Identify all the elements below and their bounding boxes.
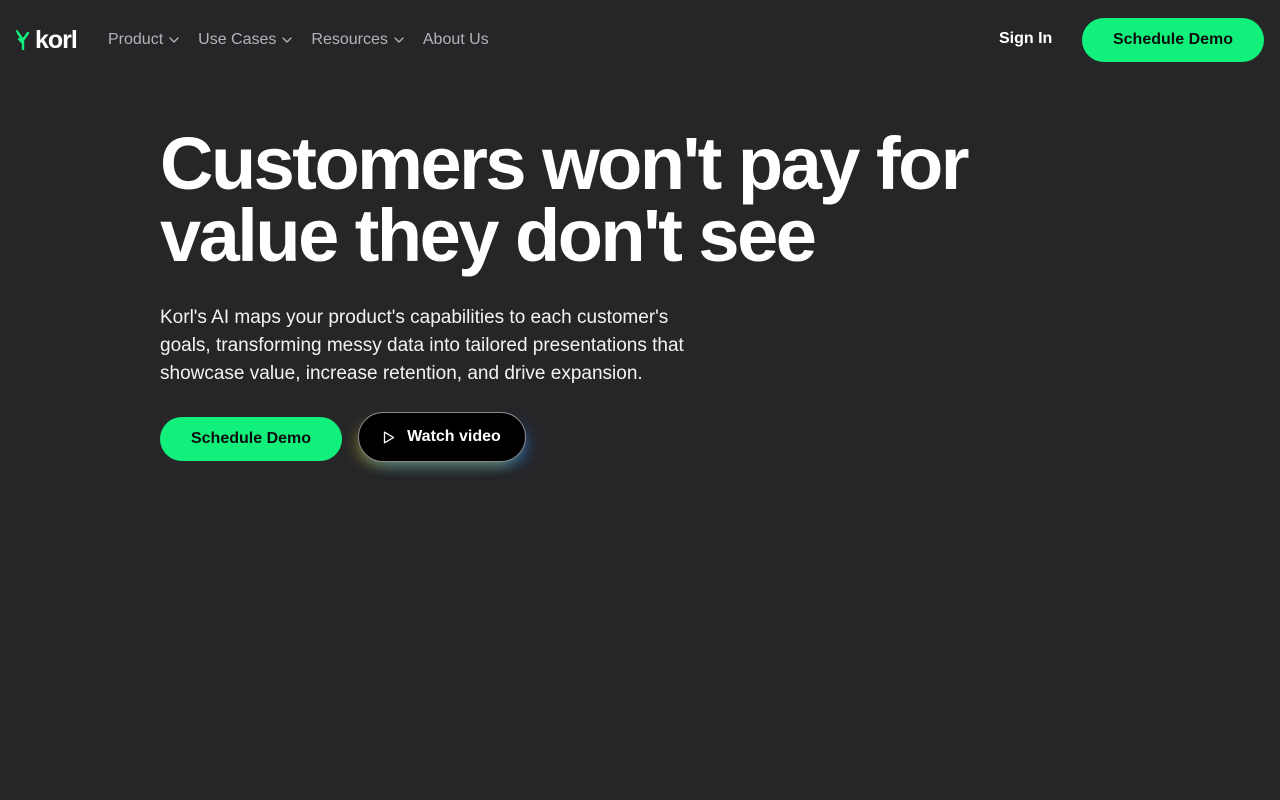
- sign-in-link[interactable]: Sign In: [999, 30, 1052, 48]
- hero-subtitle-line: Korl's AI maps your product's capabiliti…: [160, 307, 669, 328]
- logo-wordmark: korl: [35, 25, 78, 54]
- hero-subtitle-line: goals, transforming messy data into tail…: [160, 335, 684, 356]
- chevron-down-icon: [169, 37, 179, 43]
- hero-schedule-demo-button[interactable]: Schedule Demo: [160, 417, 342, 461]
- hero-title: Customers won't pay for value they don't…: [160, 122, 1060, 277]
- hero-subtitle: Korl's AI maps your product's capabiliti…: [160, 304, 720, 388]
- chevron-down-icon: [282, 37, 293, 43]
- chevron-down-icon: [394, 37, 404, 43]
- nav-item-label: Use Cases: [198, 31, 277, 48]
- hero-subtitle-line: showcase value, increase retention, and …: [160, 363, 643, 384]
- site-header: korl Product Use Cases Resources About U…: [0, 0, 1280, 80]
- korl-logo-mark-icon: [16, 30, 30, 50]
- nav-item-product[interactable]: Product: [108, 31, 179, 49]
- nav-item-label: About Us: [422, 31, 489, 48]
- hero-title-line: Customers won't pay for: [160, 122, 970, 205]
- main-nav: Product Use Cases Resources About Us: [108, 28, 508, 52]
- korl-logo[interactable]: korl: [16, 25, 78, 54]
- watch-video-button[interactable]: Watch video: [358, 412, 526, 462]
- play-icon: [384, 431, 395, 443]
- hero-title-line: value they don't see: [160, 194, 817, 277]
- nav-item-label: Resources: [311, 31, 388, 48]
- nav-item-resources[interactable]: Resources: [311, 31, 404, 49]
- nav-item-use-cases[interactable]: Use Cases: [198, 31, 293, 49]
- nav-item-label: Product: [108, 31, 164, 48]
- nav-item-about-us[interactable]: About Us: [423, 31, 489, 49]
- header-schedule-demo-button[interactable]: Schedule Demo: [1082, 18, 1264, 62]
- watch-video-label: Watch video: [407, 428, 501, 445]
